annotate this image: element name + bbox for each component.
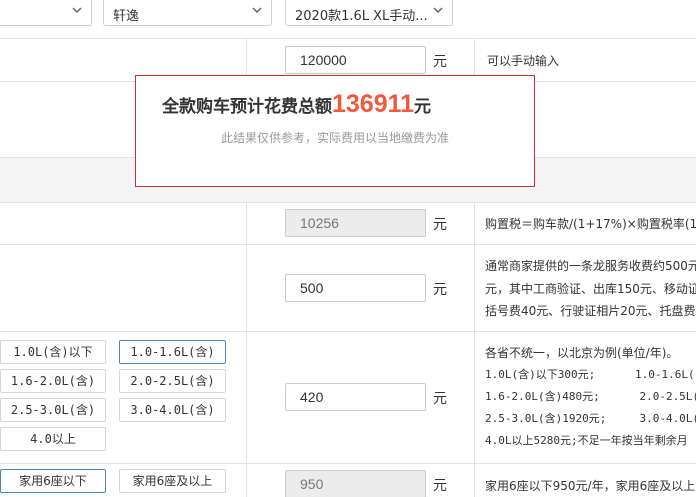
model-select-value: 2020款1.6L XL手动... xyxy=(295,9,428,24)
row-divider xyxy=(0,202,696,203)
purchase-tax-field: 10256 xyxy=(285,209,426,237)
insurance-field: 950 xyxy=(285,470,426,497)
total-cost-popup: 全款购车预计花费总额136911元 此结果仅供参考，实际费用以当地缴费为准 xyxy=(135,75,535,187)
note-line: 1.0L(含)以下300元; 1.0-1.6L( xyxy=(485,368,695,381)
unit-label: 元 xyxy=(433,282,447,298)
total-cost-label: 全款购车预计花费总额 xyxy=(162,97,332,117)
displacement-option-selected[interactable]: 1.0-1.6L(含) xyxy=(119,340,226,364)
note-line: 1.6-2.0L(含)480元; 2.0-2.5L( xyxy=(485,390,696,403)
note-line: 2.5-3.0L(含)1920元; 3.0-4.0L( xyxy=(485,412,696,425)
plate-fee-note: 通常商家提供的一条龙服务收费约500元 元，其中工商验证、出库150元、移动证 … xyxy=(485,255,696,323)
model-select[interactable]: 2020款1.6L XL手动... xyxy=(285,0,453,26)
unit-label: 元 xyxy=(433,478,447,494)
total-cost-amount: 136911 xyxy=(332,90,415,118)
displacement-option[interactable]: 1.0L(含)以下 xyxy=(0,340,106,364)
series-select-value: 轩逸 xyxy=(113,9,140,24)
column-divider xyxy=(246,202,247,497)
car-price-input[interactable]: 120000 xyxy=(285,46,426,74)
vehicle-tax-input[interactable]: 420 xyxy=(285,383,426,411)
column-divider xyxy=(474,202,475,497)
chevron-down-icon xyxy=(433,7,443,14)
price-note: 可以手动输入 xyxy=(487,54,560,68)
total-cost-currency: 元 xyxy=(414,97,432,117)
displacement-option[interactable]: 3.0-4.0L(含) xyxy=(119,398,226,422)
note-line: 各省不统一，以北京为例(单位/年)。 xyxy=(485,346,679,360)
plate-fee-input[interactable]: 500 xyxy=(285,274,426,302)
row-divider xyxy=(0,38,696,39)
row-divider xyxy=(0,463,696,464)
note-line: 通常商家提供的一条龙服务收费约500元 xyxy=(485,259,696,273)
chevron-down-icon xyxy=(72,7,82,14)
row-divider xyxy=(0,331,696,332)
total-cost-heading: 全款购车预计花费总额136911元 xyxy=(162,90,431,119)
brand-select[interactable] xyxy=(0,0,92,26)
purchase-tax-note: 购置税＝购车款/(1+17%)×购置税率(10 xyxy=(485,217,696,231)
displacement-option[interactable]: 2.0-2.5L(含) xyxy=(119,369,226,393)
seat-option[interactable]: 家用6座及以上 xyxy=(119,469,226,493)
seat-option-selected[interactable]: 家用6座以下 xyxy=(0,469,106,493)
unit-label: 元 xyxy=(433,217,447,233)
note-line: 4.0L以上5280元;不足一年按当年剩余月 xyxy=(485,434,688,447)
unit-label: 元 xyxy=(433,54,447,70)
displacement-option[interactable]: 4.0以上 xyxy=(0,427,106,451)
chevron-down-icon xyxy=(252,7,262,14)
insurance-note: 家用6座以下950元/年，家用6座及以上1 xyxy=(485,479,696,493)
note-line: 括号费40元、行驶证相片20元、托盘费1 xyxy=(485,304,696,318)
row-divider xyxy=(0,244,696,245)
vehicle-tax-note: 各省不统一，以北京为例(单位/年)。 1.0L(含)以下300元; 1.0-1.… xyxy=(485,342,696,452)
displacement-option[interactable]: 2.5-3.0L(含) xyxy=(0,398,106,422)
unit-label: 元 xyxy=(433,391,447,407)
displacement-option[interactable]: 1.6-2.0L(含) xyxy=(0,369,106,393)
series-select[interactable]: 轩逸 xyxy=(103,0,272,26)
note-line: 元，其中工商验证、出库150元、移动证 xyxy=(485,281,696,296)
disclaimer-text: 此结果仅供参考，实际费用以当地缴费为准 xyxy=(220,131,449,145)
